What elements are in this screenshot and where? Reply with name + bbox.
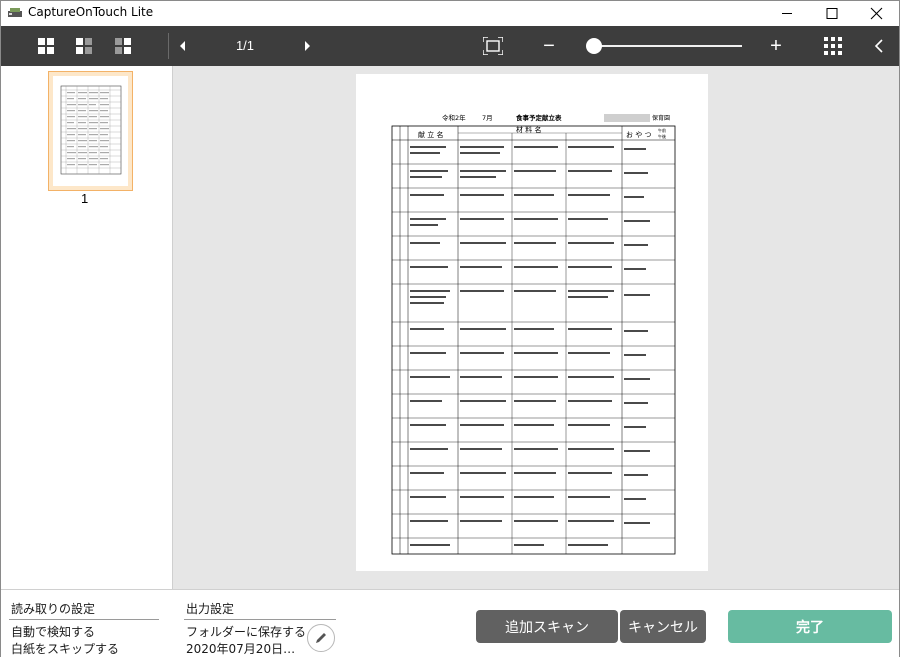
fit-screen-icon xyxy=(483,37,503,55)
doc-era: 令和2年 xyxy=(442,113,466,122)
zoom-out-button[interactable]: − xyxy=(540,26,558,66)
doc-col-afternoon: 午後 xyxy=(658,133,666,139)
viewer-toolbar: 1/1 − + xyxy=(1,26,899,66)
settings-bar: 読み取りの設定 自動で検知する 白紙をスキップする 出力設定 フォルダーに保存す… xyxy=(1,589,899,657)
doc-col-menu: 献 立 名 xyxy=(418,130,443,139)
chevron-left-icon xyxy=(180,41,185,51)
minimize-icon xyxy=(782,13,792,14)
document-preview-area: 令和2年 7月 食事予定献立表 保育園 献 立 名 材 料 名 お や つ 午前 xyxy=(173,66,899,589)
thumbnail-page-image xyxy=(53,76,128,186)
scan-settings-heading: 読み取りの設定 xyxy=(11,602,96,616)
grid-left-view-button[interactable] xyxy=(72,26,96,66)
thumbnail-grid-button[interactable] xyxy=(823,26,843,66)
thumbnail-page-number: 1 xyxy=(81,191,89,206)
window-title: CaptureOnTouch Lite xyxy=(28,5,154,19)
grid-left-highlight-icon xyxy=(76,38,92,54)
chevron-back-icon xyxy=(874,39,883,53)
output-filename: 2020年07月20日… xyxy=(186,642,296,656)
doc-month: 7月 xyxy=(482,114,493,122)
nine-grid-icon xyxy=(824,37,842,55)
title-bar: CaptureOnTouch Lite xyxy=(1,1,899,26)
doc-title: 食事予定献立表 xyxy=(515,113,562,122)
zoom-in-button[interactable]: + xyxy=(767,26,785,66)
save-to-folder-setting: フォルダーに保存する xyxy=(186,625,307,639)
toolbar-divider xyxy=(168,33,169,59)
thumbnail-table-image xyxy=(60,85,122,175)
pencil-icon xyxy=(316,633,326,643)
scanned-page: 令和2年 7月 食事予定献立表 保育園 献 立 名 材 料 名 お や つ 午前 xyxy=(356,74,708,571)
doc-col-morning: 午前 xyxy=(658,127,666,133)
doc-nursery: 保育園 xyxy=(652,114,670,122)
doc-col-ingredients: 材 料 名 xyxy=(516,125,541,134)
cancel-button[interactable]: キャンセル xyxy=(620,610,706,643)
close-button[interactable] xyxy=(854,1,899,26)
additional-scan-button[interactable]: 追加スキャン xyxy=(476,610,618,643)
scan-settings-rule xyxy=(9,619,159,620)
redacted-name xyxy=(604,114,650,122)
page-thumbnail[interactable] xyxy=(48,71,133,191)
grid-right-view-button[interactable] xyxy=(111,26,135,66)
fit-to-window-button[interactable] xyxy=(480,26,506,66)
zoom-slider-thumb[interactable] xyxy=(586,38,602,54)
minimize-button[interactable] xyxy=(764,1,809,26)
grid-four-icon xyxy=(38,38,54,54)
page-indicator: 1/1 xyxy=(235,38,255,53)
menu-table-image: 令和2年 7月 食事予定献立表 保育園 献 立 名 材 料 名 お や つ 午前 xyxy=(391,113,676,555)
app-window: CaptureOnTouch Lite 1/1 − + 1 令和2年 7月 食事… xyxy=(0,0,900,657)
chevron-right-icon xyxy=(305,41,310,51)
collapse-panel-button[interactable] xyxy=(871,26,887,66)
next-page-button[interactable] xyxy=(299,26,315,66)
doc-col-snack: お や つ xyxy=(626,131,651,139)
previous-page-button[interactable] xyxy=(175,26,191,66)
skip-blank-setting: 白紙をスキップする xyxy=(11,642,120,656)
auto-detect-setting: 自動で検知する xyxy=(11,625,96,639)
edit-output-settings-button[interactable] xyxy=(307,624,335,652)
maximize-button[interactable] xyxy=(809,1,854,26)
output-settings-rule xyxy=(184,619,336,620)
zoom-slider-track[interactable] xyxy=(594,45,742,47)
output-settings-heading: 出力設定 xyxy=(186,602,235,616)
done-button[interactable]: 完了 xyxy=(728,610,892,643)
grid-view-button[interactable] xyxy=(34,26,58,66)
close-icon xyxy=(870,7,883,20)
thumbnail-pane: 1 xyxy=(1,66,173,589)
grid-right-highlight-icon xyxy=(115,38,131,54)
scanner-app-icon xyxy=(8,8,22,17)
maximize-icon xyxy=(826,8,838,19)
